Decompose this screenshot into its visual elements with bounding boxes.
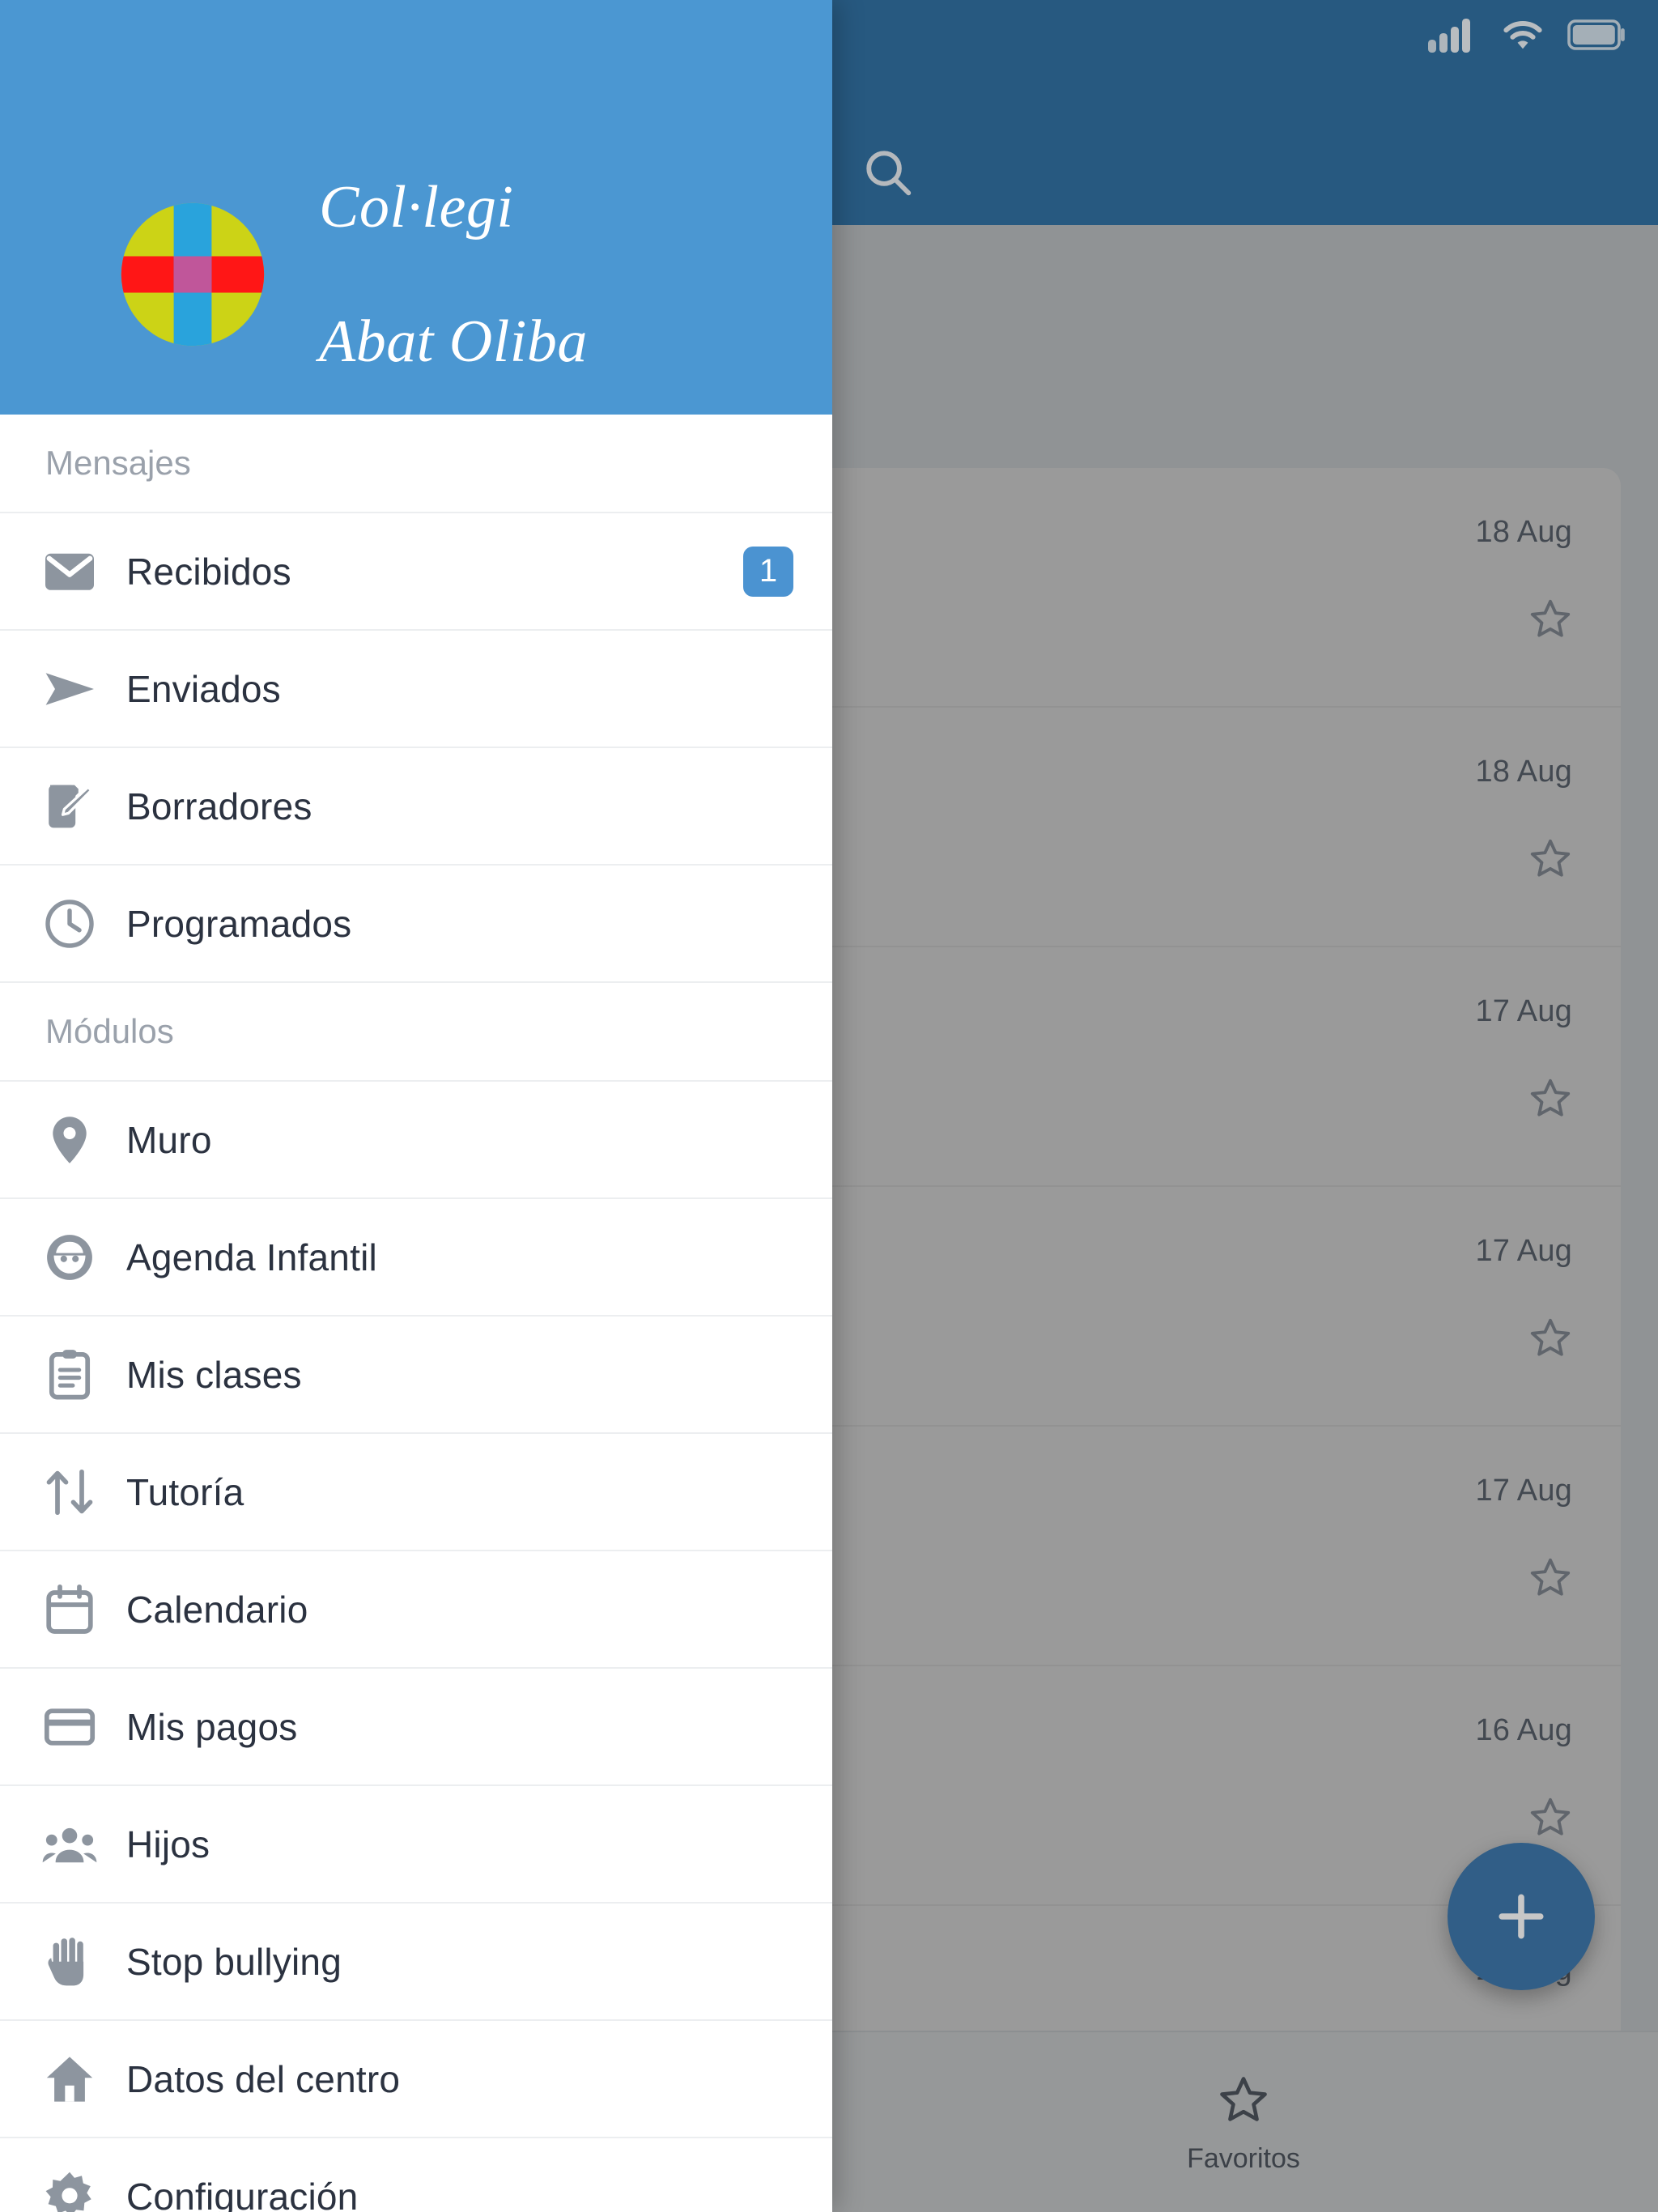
gear-icon	[39, 2166, 100, 2212]
drawer-header: Col·legi Abat Oliba	[0, 0, 832, 415]
sidebar-item-datos-del-centro[interactable]: Datos del centro	[0, 2021, 832, 2138]
open-hand-icon	[39, 1931, 100, 1993]
sidebar-item-agenda-infantil[interactable]: Agenda Infantil	[0, 1199, 832, 1317]
sidebar-item-enviados[interactable]: Enviados	[0, 631, 832, 748]
brand-title: Col·legi Abat Oliba	[319, 107, 588, 442]
sidebar-item-label: Borradores	[126, 785, 312, 827]
map-pin-icon	[39, 1109, 100, 1171]
sidebar-item-label: Programados	[126, 902, 352, 945]
sidebar-item-programados[interactable]: Programados	[0, 866, 832, 983]
mail-icon	[39, 541, 100, 602]
sidebar-item-label: Datos del centro	[126, 2057, 401, 2100]
sidebar-item-recibidos[interactable]: Recibidos 1	[0, 513, 832, 631]
send-icon	[39, 658, 100, 720]
up-down-arrows-icon	[39, 1461, 100, 1523]
sidebar-item-muro[interactable]: Muro	[0, 1082, 832, 1199]
navigation-drawer[interactable]: Col·legi Abat Oliba Mensajes Recibidos 1 En…	[0, 0, 832, 2212]
app-screen: 18 Augelona. Será una visira de todo el …	[0, 0, 1658, 2212]
sidebar-item-label: Mis pagos	[126, 1705, 298, 1748]
sidebar-item-label: Configuración	[126, 2175, 359, 2212]
sidebar-item-stop-bullying[interactable]: Stop bullying	[0, 1904, 832, 2021]
sidebar-item-label: Mis clases	[126, 1353, 302, 1396]
sidebar-item-label: Stop bullying	[126, 1940, 342, 1983]
logo-circle-cross-icon	[121, 202, 265, 347]
sidebar-item-label: Agenda Infantil	[126, 1236, 377, 1278]
sidebar-item-label: Hijos	[126, 1823, 210, 1865]
sidebar-item-label: Muro	[126, 1118, 212, 1161]
child-face-icon	[39, 1227, 100, 1288]
brand-block: Col·legi Abat Oliba	[120, 107, 588, 442]
clock-icon	[39, 893, 100, 955]
sidebar-item-borradores[interactable]: Borradores	[0, 748, 832, 866]
unread-badge: 1	[743, 546, 793, 597]
sidebar-item-mis-pagos[interactable]: Mis pagos	[0, 1669, 832, 1786]
sidebar-item-label: Calendario	[126, 1588, 308, 1631]
calendar-icon	[39, 1579, 100, 1640]
collegi-abat-oliba-logo	[120, 202, 266, 347]
draft-edit-icon	[39, 776, 100, 837]
people-icon	[39, 1814, 100, 1875]
brand-title-line2: Abat Oliba	[319, 308, 588, 375]
sidebar-item-label: Enviados	[126, 667, 281, 710]
sidebar-item-configuraci-n[interactable]: Configuración	[0, 2138, 832, 2212]
drawer-body: Mensajes Recibidos 1 Enviados Borradores Prog…	[0, 415, 832, 2212]
home-icon	[39, 2048, 100, 2110]
sidebar-item-label: Tutoría	[126, 1470, 244, 1513]
sidebar-item-label: Recibidos	[126, 550, 291, 593]
credit-card-icon	[39, 1696, 100, 1758]
brand-title-line1: Col·legi	[319, 173, 514, 240]
sidebar-item-calendario[interactable]: Calendario	[0, 1551, 832, 1669]
sidebar-item-tutor-a[interactable]: Tutoría	[0, 1434, 832, 1551]
sidebar-item-mis-clases[interactable]: Mis clases	[0, 1317, 832, 1434]
clipboard-icon	[39, 1344, 100, 1406]
drawer-section-label: Módulos	[0, 983, 832, 1082]
sidebar-item-hijos[interactable]: Hijos	[0, 1786, 832, 1904]
